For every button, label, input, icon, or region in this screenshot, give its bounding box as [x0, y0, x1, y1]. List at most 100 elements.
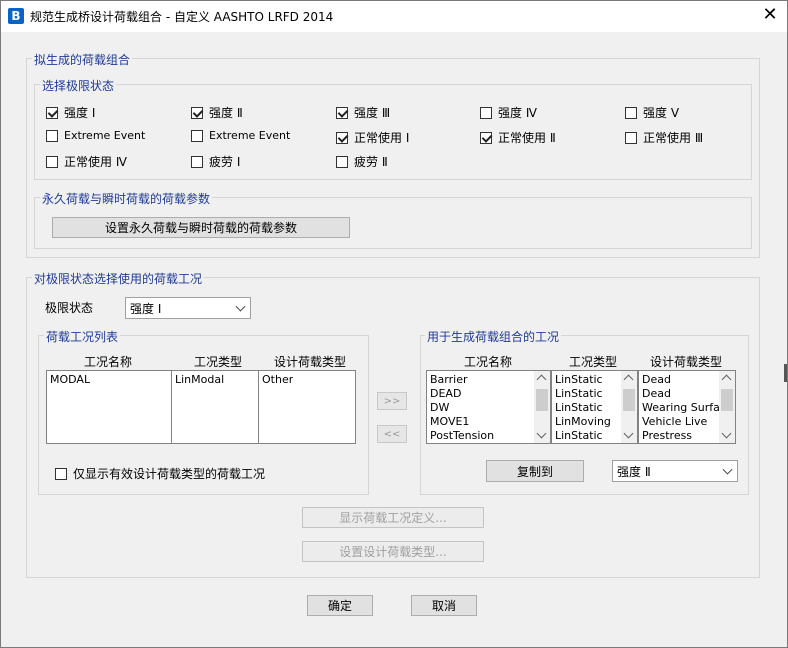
checkbox-checked [46, 106, 58, 119]
copy-to-button[interactable]: 复制到 [486, 460, 584, 482]
limit-state-label: 强度 Ⅳ [498, 106, 537, 120]
used-case-type[interactable]: LinStatic [555, 387, 603, 400]
used-case-name[interactable]: DEAD [430, 387, 461, 400]
limit-state-checkbox[interactable]: 疲劳 Ⅱ [336, 153, 388, 170]
used-case-design-type[interactable]: Prestress [642, 429, 692, 442]
resize-handle[interactable] [784, 364, 788, 382]
used-case-name[interactable]: DW [430, 401, 449, 414]
limit-state-checkbox[interactable]: 正常使用 Ⅰ [336, 129, 409, 146]
close-icon[interactable]: ✕ [760, 5, 780, 25]
used-case-design-types-list[interactable]: Dead Dead Wearing Surfac Vehicle Live Prestr… [638, 370, 736, 444]
used-case-type[interactable]: LinStatic [555, 401, 603, 414]
case-row-name[interactable]: MODAL [50, 373, 90, 386]
limit-state-checkbox[interactable]: 正常使用 Ⅳ [46, 153, 127, 170]
limit-states-title: 选择极限状态 [40, 77, 117, 94]
scrollbar[interactable] [719, 371, 735, 443]
case-row-design-type[interactable]: Other [262, 373, 293, 386]
generated-combos-title: 拟生成的荷载组合 [32, 51, 133, 68]
checkbox-box [625, 131, 637, 144]
used-case-name[interactable]: PostTension [430, 429, 494, 442]
case-list-table[interactable]: MODAL LinModal Other [46, 370, 356, 444]
copy-to-select[interactable]: 强度 Ⅱ [612, 460, 738, 482]
used-case-design-type[interactable]: Dead [642, 373, 671, 386]
scroll-down-icon[interactable] [623, 428, 634, 439]
used-cases-header-name: 工况名称 [463, 355, 512, 369]
used-case-design-type[interactable]: Wearing Surfac [642, 401, 726, 414]
used-cases-header-design-type: 设计荷载类型 [649, 355, 722, 369]
limit-state-checkbox[interactable]: 疲劳 Ⅰ [191, 153, 240, 170]
limit-state-label: 强度 Ⅱ [209, 106, 243, 120]
scroll-down-icon[interactable] [721, 428, 732, 439]
scroll-thumb[interactable] [721, 389, 733, 411]
limit-state-checkbox[interactable]: 强度 Ⅲ [336, 104, 390, 121]
limit-state-label: 极限状态 [45, 301, 94, 315]
window-title: 规范生成桥设计荷载组合 - 自定义 AASHTO LRFD 2014 [30, 10, 334, 24]
checkbox-box [625, 106, 637, 119]
case-list-title: 荷载工况列表 [44, 328, 121, 345]
chevron-down-icon [235, 301, 246, 312]
limit-state-label: 正常使用 Ⅲ [643, 131, 704, 145]
show-case-definition-button[interactable]: 显示荷载工况定义... [302, 507, 484, 528]
limit-state-label: 正常使用 Ⅳ [64, 155, 127, 169]
checkbox-checked [191, 106, 203, 119]
case-list-header-design-type: 设计荷载类型 [273, 355, 346, 369]
limit-state-checkbox[interactable]: 正常使用 Ⅱ [480, 129, 556, 146]
checkbox-box [46, 129, 58, 142]
cancel-button[interactable]: 取消 [411, 595, 477, 616]
limit-state-label: Extreme Event [64, 129, 146, 142]
case-select-title: 对极限状态选择使用的荷载工况 [32, 270, 205, 287]
chevron-down-icon [722, 464, 733, 475]
checkbox-box [336, 155, 348, 168]
copy-to-select-value: 强度 Ⅱ [617, 464, 651, 479]
scroll-thumb[interactable] [536, 389, 548, 411]
limit-state-checkbox[interactable]: Extreme Event [46, 129, 145, 142]
used-case-type[interactable]: LinMoving [555, 415, 611, 428]
show-valid-only-label: 仅显示有效设计荷载类型的荷载工况 [73, 467, 266, 481]
limit-state-checkbox[interactable]: 强度 Ⅰ [46, 104, 95, 121]
scroll-up-icon[interactable] [623, 374, 634, 385]
limit-state-label: 强度 Ⅲ [354, 106, 391, 120]
scrollbar[interactable] [621, 371, 637, 443]
ok-button[interactable]: 确定 [307, 595, 373, 616]
scroll-thumb[interactable] [623, 389, 635, 411]
remove-case-button[interactable]: << [377, 425, 407, 443]
limit-state-label: Extreme Event [209, 129, 291, 142]
checkbox-box [480, 106, 492, 119]
used-case-name[interactable]: MOVE1 [430, 415, 469, 428]
limit-state-checkbox[interactable]: 强度 Ⅱ [191, 104, 243, 121]
used-case-names-list[interactable]: Barrier DEAD DW MOVE1 PostTension [426, 370, 551, 444]
used-case-name[interactable]: Barrier [430, 373, 468, 386]
limit-state-label: 强度 Ⅴ [643, 106, 680, 120]
limit-state-checkbox[interactable]: 正常使用 Ⅲ [625, 129, 703, 146]
used-case-type[interactable]: LinStatic [555, 429, 603, 442]
set-design-type-button[interactable]: 设置设计荷载类型... [302, 541, 484, 562]
show-valid-only-checkbox[interactable]: 仅显示有效设计荷载类型的荷载工况 [55, 465, 265, 482]
scroll-up-icon[interactable] [536, 374, 547, 385]
checkbox-checked [480, 131, 492, 144]
checkbox-box [191, 129, 203, 142]
limit-state-label: 疲劳 Ⅱ [354, 155, 388, 169]
scroll-up-icon[interactable] [721, 374, 732, 385]
scrollbar[interactable] [534, 371, 550, 443]
add-case-button[interactable]: >> [377, 392, 407, 410]
scroll-down-icon[interactable] [536, 428, 547, 439]
limit-state-select[interactable]: 强度 Ⅰ [125, 297, 251, 319]
used-case-type[interactable]: LinStatic [555, 373, 603, 386]
limit-state-label: 正常使用 Ⅰ [354, 131, 410, 145]
limit-state-label: 疲劳 Ⅰ [209, 155, 241, 169]
column-divider [171, 371, 172, 443]
limit-state-checkbox[interactable]: Extreme Event [191, 129, 290, 142]
used-case-design-type[interactable]: Vehicle Live [642, 415, 707, 428]
title-bar: B 规范生成桥设计荷载组合 - 自定义 AASHTO LRFD 2014 ✕ [0, 0, 788, 32]
set-load-params-button[interactable]: 设置永久荷载与瞬时荷载的荷载参数 [52, 217, 350, 238]
column-divider [258, 371, 259, 443]
used-case-types-list[interactable]: LinStatic LinStatic LinStatic LinMoving LinS… [551, 370, 638, 444]
case-list-header-name: 工况名称 [83, 355, 132, 369]
limit-state-checkbox[interactable]: 强度 Ⅴ [625, 104, 679, 121]
limit-state-checkbox[interactable]: 强度 Ⅳ [480, 104, 537, 121]
checkbox-box [55, 467, 67, 480]
case-row-type[interactable]: LinModal [175, 373, 224, 386]
load-params-title: 永久荷载与瞬时荷载的荷载参数 [40, 190, 213, 207]
used-case-design-type[interactable]: Dead [642, 387, 671, 400]
checkbox-checked [336, 106, 348, 119]
